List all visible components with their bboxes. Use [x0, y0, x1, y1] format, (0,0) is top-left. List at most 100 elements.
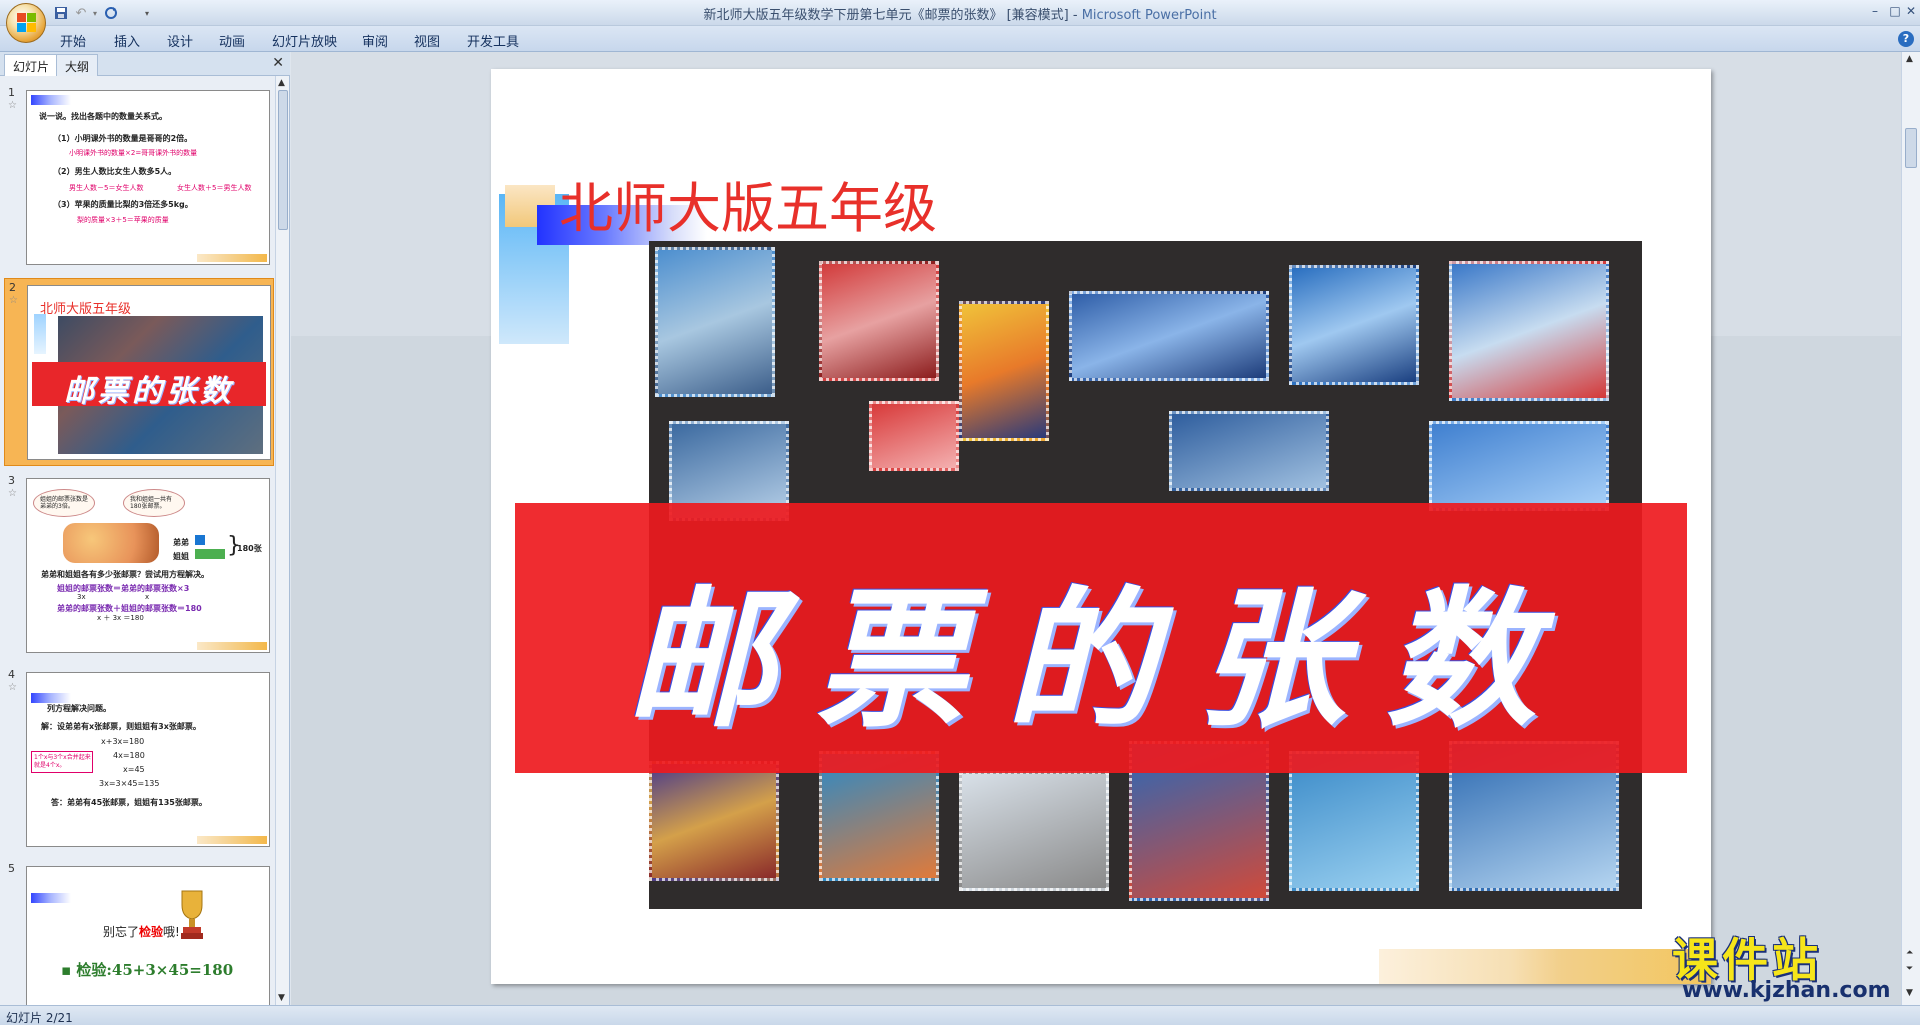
scroll-thumb[interactable]: [278, 90, 288, 230]
slide-number: 3: [8, 474, 15, 487]
status-bar: 幻灯片 2/21: [0, 1005, 1920, 1025]
thumb-text: x+3x=180: [101, 737, 145, 746]
main-scrollbar[interactable]: ▲ ⏶ ⏷ ▼: [1901, 52, 1920, 1005]
slide-thumbnail-4[interactable]: 4 ☆ 列方程解决问题。 解：设弟弟有x张邮票，则姐姐有3x张邮票。 x+3x=…: [4, 666, 274, 854]
slide-thumbnail-2[interactable]: 2 ☆ 北师大版五年级 邮票的张数: [4, 278, 274, 466]
brother-bar: [195, 535, 205, 545]
slide-thumbnail-1[interactable]: 1 ☆ 说一说。找出各题中的数量关系式。 （1）小明课外书的数量是哥哥的2倍。 …: [4, 84, 274, 272]
slide-thumbnail-3[interactable]: 3 ☆ 姐姐的邮票张数是弟弟的3倍。 我和姐姐一共有180张邮票。 弟弟 姐姐 …: [4, 472, 274, 660]
thumb-text: 列方程解决问题。: [47, 704, 111, 713]
app-name: Microsoft PowerPoint: [1081, 8, 1217, 23]
pane-tab-bar: 幻灯片 大纲 ✕: [0, 52, 290, 76]
thumbnail-image: 北师大版五年级 邮票的张数: [27, 285, 271, 460]
stamp: [1169, 411, 1329, 491]
animation-star-icon: ☆: [9, 295, 18, 306]
title-bar: ↶ ▾ ▾ 新北师大版五年级数学下册第七单元《邮票的张数》 [兼容模式] - M…: [0, 0, 1920, 43]
stamp: [655, 247, 775, 397]
sister-bar: [195, 549, 225, 559]
slide-title[interactable]: 北师大版五年级: [559, 164, 937, 243]
document-title: 新北师大版五年级数学下册第七单元《邮票的张数》 [兼容模式] -: [703, 8, 1078, 23]
thumb-text: 别忘了检验哦!: [103, 923, 180, 940]
decor-tape: [1379, 949, 1711, 984]
thumb-text: 说一说。找出各题中的数量关系式。: [39, 112, 167, 121]
slide-counter: 幻灯片 2/21: [6, 1011, 73, 1025]
scroll-up-icon[interactable]: ▲: [278, 78, 285, 88]
speech-bubble: 姐姐的邮票张数是弟弟的3倍。: [33, 489, 95, 517]
thumbnail-list: 1 ☆ 说一说。找出各题中的数量关系式。 （1）小明课外书的数量是哥哥的2倍。 …: [0, 76, 276, 1005]
thumb-banner: 邮票的张数: [32, 362, 266, 409]
close-button[interactable]: ✕: [1900, 2, 1920, 20]
tab-outline[interactable]: 大纲: [56, 54, 99, 76]
tab-animations[interactable]: 动画: [219, 31, 245, 50]
scroll-thumb[interactable]: [1905, 128, 1917, 168]
watermark-url: www.kjzhan.com: [1682, 978, 1891, 1003]
decor-tape: [197, 642, 267, 650]
window-title: 新北师大版五年级数学下册第七单元《邮票的张数》 [兼容模式] - Microso…: [0, 4, 1920, 23]
thumb-title: 北师大版五年级: [40, 302, 132, 317]
stamp: [819, 261, 939, 381]
slide-number: 2: [9, 281, 16, 294]
label-sister: 姐姐: [173, 552, 189, 561]
thumb-text: 小明课外书的数量×2=哥哥课外书的数量: [69, 149, 198, 157]
help-icon[interactable]: ?: [1898, 31, 1914, 47]
tab-review[interactable]: 审阅: [362, 31, 388, 50]
slide-number: 4: [8, 668, 15, 681]
slide-number: 1: [8, 86, 15, 99]
tab-insert[interactable]: 插入: [114, 31, 140, 50]
stamp: [649, 761, 779, 881]
decor-bar: [31, 693, 71, 703]
thumb-text: 弟弟和姐姐各有多少张邮票？尝试用方程解决。: [41, 570, 209, 579]
animation-star-icon: ☆: [8, 488, 17, 499]
tab-developer[interactable]: 开发工具: [467, 31, 519, 50]
thumbnail-image: 姐姐的邮票张数是弟弟的3倍。 我和姐姐一共有180张邮票。 弟弟 姐姐 } 18…: [26, 478, 270, 653]
thumb-text: 4x=180: [113, 751, 145, 760]
bubble-text: 姐姐的邮票张数是弟弟的3倍。: [40, 496, 89, 510]
thumb-text: 男生人数－5＝女生人数: [69, 184, 144, 192]
label-brother: 弟弟: [173, 538, 189, 547]
thumb-text: x ＋ 3x ＝180: [97, 614, 144, 622]
scroll-up-icon[interactable]: ▲: [1906, 54, 1913, 64]
thumbnail-scrollbar[interactable]: ▲ ▼: [275, 76, 289, 1005]
reminder-highlight: 检验: [139, 925, 164, 939]
scroll-down-icon[interactable]: ▼: [278, 993, 285, 1003]
minimize-button[interactable]: –: [1864, 2, 1886, 20]
stamp: [1289, 265, 1419, 385]
thumb-text: 3x=3×45=135: [99, 779, 160, 788]
title-banner[interactable]: 邮票的张数: [515, 503, 1687, 773]
thumbnail-image: 说一说。找出各题中的数量关系式。 （1）小明课外书的数量是哥哥的2倍。 小明课外…: [26, 90, 270, 265]
tab-view[interactable]: 视图: [414, 31, 440, 50]
office-button[interactable]: [6, 3, 46, 43]
children-illustration: [63, 523, 159, 563]
stamp: [1449, 261, 1609, 401]
tab-slideshow[interactable]: 幻灯片放映: [272, 31, 337, 50]
bubble-text: 我和姐姐一共有180张邮票。: [130, 496, 173, 510]
slide-editing-area: 北师大版五年级 邮票的张数: [291, 52, 1901, 1016]
stamp: [1069, 291, 1269, 381]
speech-bubble: 我和姐姐一共有180张邮票。: [123, 489, 185, 517]
total-label: 180张: [237, 544, 262, 553]
decor-bar: [31, 893, 71, 903]
slide-number: 5: [8, 862, 15, 875]
stamp: [959, 771, 1109, 891]
thumb-text: 女生人数＋5＝男生人数: [177, 184, 252, 192]
watermark: 课件站 www.kjzhan.com: [1672, 924, 1912, 1008]
tab-design[interactable]: 设计: [167, 31, 193, 50]
thumb-text: （3）苹果的质量比梨的3倍还多5kg。: [53, 200, 193, 209]
thumb-text: 答：弟弟有45张邮票，姐姐有135张邮票。: [51, 798, 207, 807]
slide-thumbnail-5[interactable]: 5 别忘了检验哦! ▪ 检验:45+3×45=180: [4, 860, 274, 1005]
current-slide[interactable]: 北师大版五年级 邮票的张数: [491, 69, 1711, 984]
thumb-text: x: [145, 593, 150, 601]
stamp: [869, 401, 959, 471]
reminder-text: 别忘了: [103, 925, 140, 939]
decor-tape: [197, 254, 267, 262]
pane-close-icon[interactable]: ✕: [272, 55, 284, 71]
animation-star-icon: ☆: [8, 682, 17, 693]
thumb-text: （2）男生人数比女生人数多5人。: [53, 167, 177, 176]
tab-home[interactable]: 开始: [60, 31, 86, 50]
check-text: 检验:45+3×45=180: [76, 961, 234, 979]
thumb-text: 梨的质量×3＋5＝苹果的质量: [77, 216, 169, 224]
thumb-text: 解：设弟弟有x张邮票，则姐姐有3x张邮票。: [41, 722, 201, 731]
stamp: [959, 301, 1049, 441]
thumbnail-image: 列方程解决问题。 解：设弟弟有x张邮票，则姐姐有3x张邮票。 x+3x=180 …: [26, 672, 270, 847]
tab-slides[interactable]: 幻灯片: [4, 54, 59, 76]
